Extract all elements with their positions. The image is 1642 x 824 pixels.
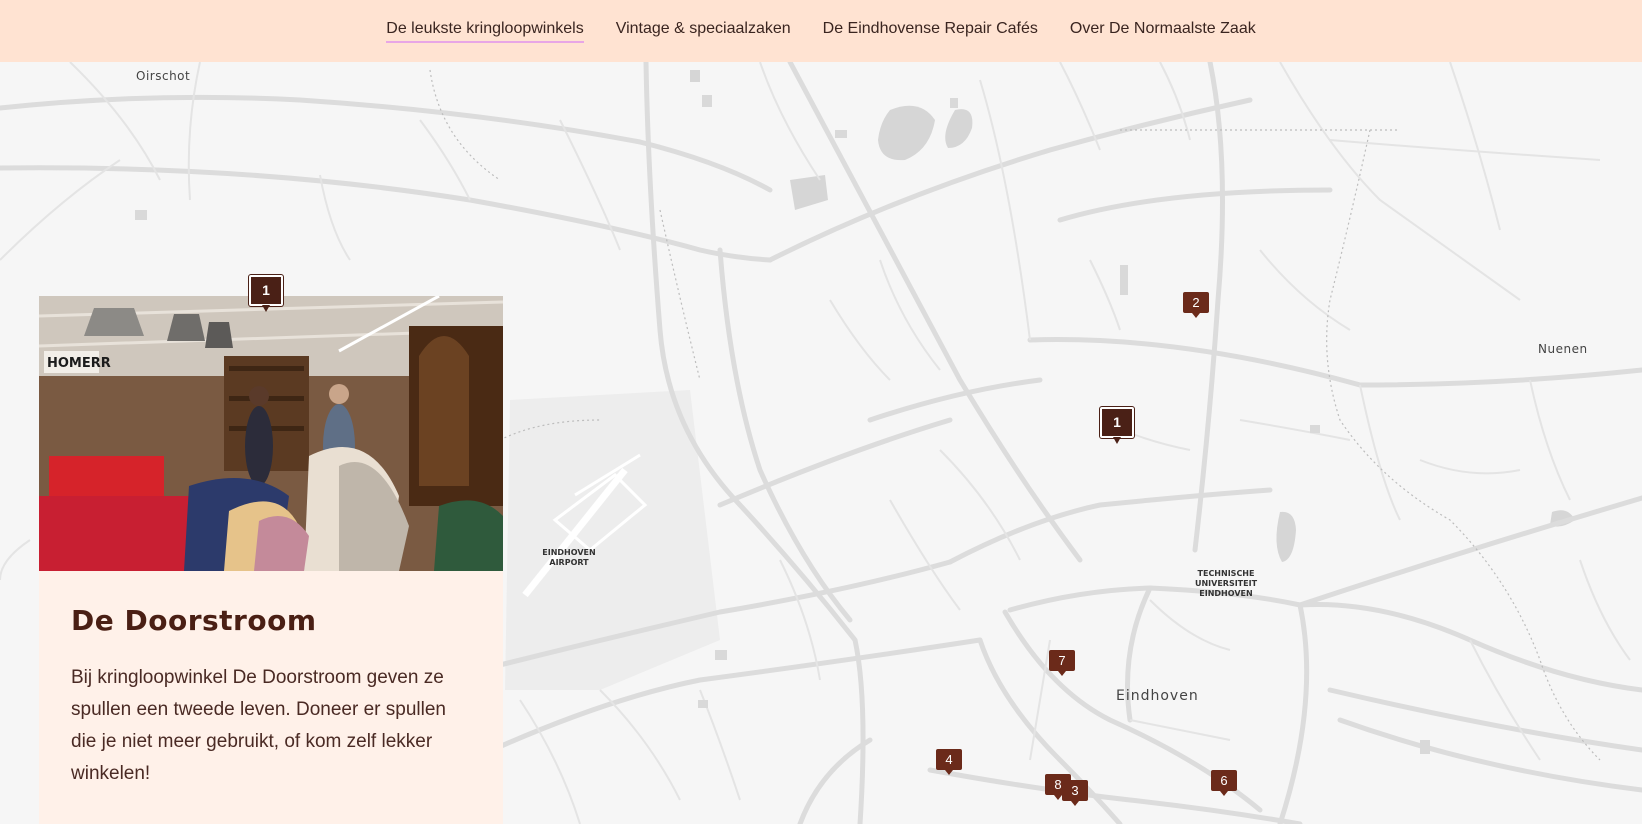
map-marker-1[interactable]: 1 <box>1100 407 1134 444</box>
nav-link-kringloopwinkels[interactable]: De leukste kringloopwinkels <box>386 20 584 43</box>
store-title: De Doorstroom <box>71 604 317 637</box>
store-photo-illustration: HOMERR <box>39 296 503 571</box>
store-description: Bij kringloopwinkel De Doorstroom geven … <box>71 667 446 784</box>
card-marker-1[interactable]: 1 <box>249 275 283 312</box>
poi-eindhoven-airport: EINDHOVEN AIRPORT <box>542 548 596 567</box>
store-card[interactable]: HOMERR De Doorstroom Bij kringloopwinkel… <box>39 296 503 824</box>
map-marker-7[interactable]: 7 <box>1049 650 1075 676</box>
top-navigation: De leukste kringloopwinkels Vintage & sp… <box>0 0 1642 62</box>
store-photo: HOMERR <box>39 296 503 571</box>
map-marker-8[interactable]: 8 <box>1045 774 1071 800</box>
place-oirschot: Oirschot <box>136 69 191 83</box>
map-marker-4[interactable]: 4 <box>936 749 962 775</box>
nav-link-vintage[interactable]: Vintage & speciaalzaken <box>616 20 791 43</box>
store-sign: HOMERR <box>47 356 111 371</box>
map-marker-6[interactable]: 6 <box>1211 770 1237 796</box>
place-nuenen: Nuenen <box>1538 342 1588 356</box>
poi-tu-eindhoven: TECHNISCHE UNIVERSITEIT EINDHOVEN <box>1194 569 1258 598</box>
nav-link-repair-cafes[interactable]: De Eindhovense Repair Cafés <box>823 20 1038 43</box>
place-eindhoven: Eindhoven <box>1116 688 1199 704</box>
nav-link-over[interactable]: Over De Normaalste Zaak <box>1070 20 1256 43</box>
map-marker-2[interactable]: 2 <box>1183 292 1209 318</box>
